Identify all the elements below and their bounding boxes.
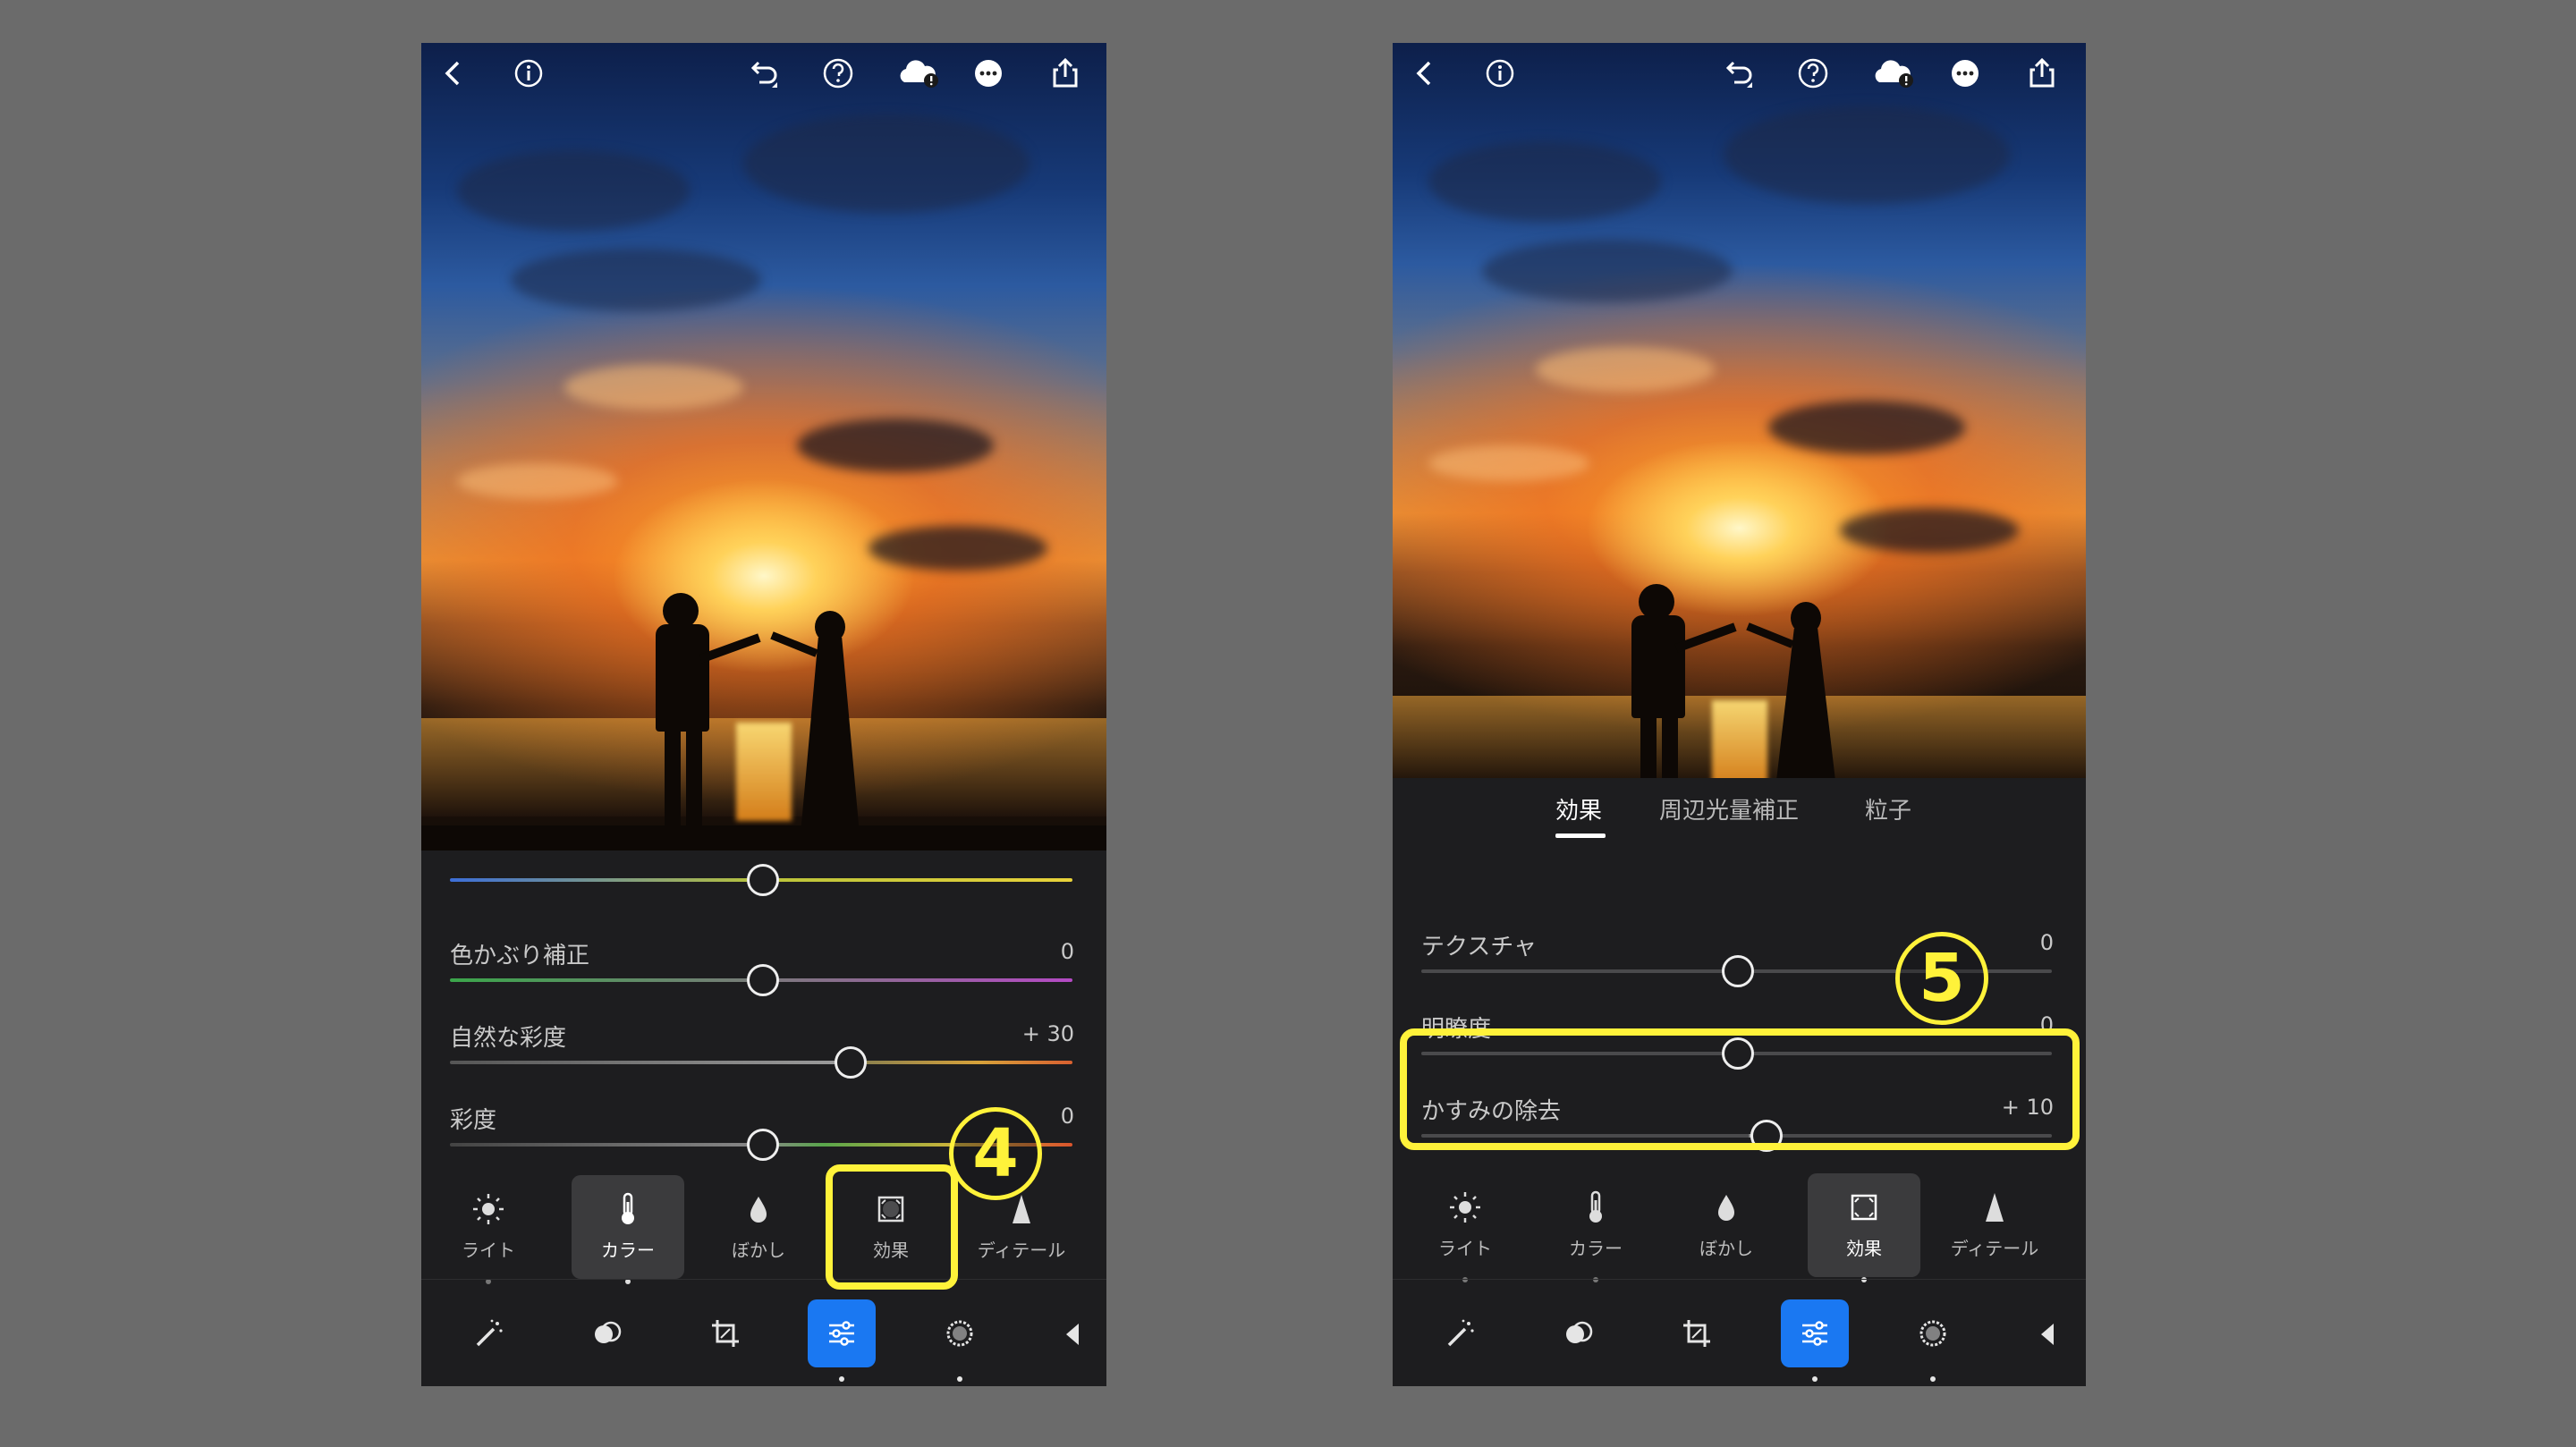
info-icon[interactable] — [1482, 55, 1518, 91]
slider-vibrance[interactable]: 自然な彩度 + 30 — [421, 1020, 1106, 1102]
cloud-sync-icon[interactable] — [1870, 55, 1917, 91]
tool-light-label: ライト — [1438, 1238, 1492, 1259]
share-icon[interactable] — [1047, 55, 1083, 91]
cloud-sync-icon[interactable] — [895, 55, 942, 91]
mask-icon[interactable] — [1545, 1299, 1613, 1367]
step-highlight-box — [1400, 1028, 2080, 1150]
presets-icon[interactable] — [926, 1299, 994, 1382]
tool-blur-label: ぼかし — [1699, 1238, 1753, 1259]
vibrance-track[interactable] — [450, 1061, 1072, 1064]
tab-grain[interactable]: 粒子 — [1865, 792, 1911, 825]
texture-label: テクスチャ — [1421, 934, 1537, 960]
temperature-knob[interactable] — [747, 864, 779, 896]
tool-color[interactable]: カラー — [1539, 1173, 1652, 1282]
tool-light[interactable]: ライト — [1409, 1173, 1521, 1282]
tool-effects-label: 効果 — [1846, 1238, 1882, 1259]
tint-label: 色かぶり補正 — [450, 943, 590, 969]
back-icon[interactable] — [436, 55, 471, 91]
slider-tint[interactable]: 色かぶり補正 0 — [421, 937, 1106, 1020]
triangle-icon — [1975, 1188, 2014, 1227]
tab-effects[interactable]: 効果 — [1555, 792, 1602, 825]
tool-color-label: カラー — [1569, 1238, 1623, 1259]
mask-icon[interactable] — [573, 1299, 641, 1367]
crop-icon[interactable] — [1663, 1299, 1731, 1367]
saturation-knob[interactable] — [747, 1129, 779, 1161]
vibrance-value: + 30 — [1021, 1021, 1074, 1046]
help-icon[interactable] — [820, 55, 856, 91]
vibrance-knob[interactable] — [835, 1046, 867, 1079]
more-tools-icon[interactable] — [1038, 1299, 1106, 1367]
help-icon[interactable] — [1795, 55, 1831, 91]
active-tab-underline — [1555, 834, 1606, 838]
crop-icon[interactable] — [691, 1299, 759, 1367]
sun-icon — [1445, 1188, 1485, 1227]
adjust-icon[interactable] — [808, 1299, 876, 1382]
tool-color[interactable]: カラー — [572, 1175, 684, 1284]
thermometer-icon — [608, 1189, 648, 1229]
tool-blur-label: ぼかし — [732, 1240, 785, 1261]
tool-blur[interactable]: ぼかし — [1670, 1173, 1783, 1277]
tool-detail-label: ディテール — [1950, 1238, 2039, 1259]
step-number: 5 — [1895, 932, 1988, 1025]
step-number: 4 — [949, 1107, 1042, 1200]
sun-icon — [469, 1189, 508, 1229]
step-highlight-box — [826, 1164, 958, 1290]
more-icon[interactable] — [1947, 55, 1983, 91]
saturation-value: 0 — [1060, 1104, 1074, 1129]
drop-icon — [1707, 1188, 1746, 1227]
vignette-icon — [1844, 1188, 1884, 1227]
tool-detail-label: ディテール — [977, 1240, 1066, 1261]
tool-light[interactable]: ライト — [432, 1175, 545, 1284]
bottom-toolbar — [421, 1279, 1106, 1386]
texture-knob[interactable] — [1722, 955, 1754, 987]
vibrance-label: 自然な彩度 — [450, 1025, 567, 1052]
phone-screen-right: 効果 周辺光量補正 粒子 テクスチャ 0 明瞭度 0 かすみの除去 + 10 ラ… — [1393, 43, 2086, 1386]
thermometer-icon — [1576, 1188, 1615, 1227]
bottom-toolbar — [1393, 1279, 2086, 1386]
phone-screen-left: 色かぶり補正 0 自然な彩度 + 30 彩度 0 ライト カラー ぼかし 効果 … — [421, 43, 1106, 1386]
adjust-icon[interactable] — [1781, 1299, 1849, 1382]
auto-wand-icon[interactable] — [1427, 1299, 1495, 1367]
slider-temperature[interactable] — [421, 864, 1106, 909]
drop-icon — [739, 1189, 778, 1229]
info-icon[interactable] — [511, 55, 547, 91]
tint-knob[interactable] — [747, 964, 779, 996]
texture-value: 0 — [2039, 930, 2054, 955]
edit-panel-tabs: ライト カラー ぼかし 効果 ディテール — [1393, 1173, 2086, 1290]
more-tools-icon[interactable] — [2013, 1299, 2081, 1367]
tool-color-label: カラー — [601, 1240, 655, 1261]
auto-wand-icon[interactable] — [455, 1299, 523, 1367]
tint-value: 0 — [1060, 939, 1074, 964]
tool-light-label: ライト — [462, 1240, 515, 1261]
presets-icon[interactable] — [1899, 1299, 1967, 1382]
tab-vignette[interactable]: 周辺光量補正 — [1659, 792, 1799, 825]
tool-blur[interactable]: ぼかし — [702, 1175, 815, 1279]
photo-preview[interactable] — [1393, 43, 2086, 778]
back-icon[interactable] — [1407, 55, 1443, 91]
photo-preview[interactable] — [421, 43, 1106, 850]
effects-subtabs: 効果 周辺光量補正 粒子 — [1393, 792, 2086, 846]
undo-icon[interactable] — [745, 55, 781, 91]
more-icon[interactable] — [970, 55, 1006, 91]
share-icon[interactable] — [2024, 55, 2060, 91]
tool-effects[interactable]: 効果 — [1808, 1173, 1920, 1282]
saturation-label: 彩度 — [450, 1107, 497, 1134]
top-toolbar — [1393, 43, 2086, 106]
undo-icon[interactable] — [1720, 55, 1756, 91]
tool-detail[interactable]: ディテール — [1938, 1173, 2051, 1277]
top-toolbar — [421, 43, 1106, 106]
